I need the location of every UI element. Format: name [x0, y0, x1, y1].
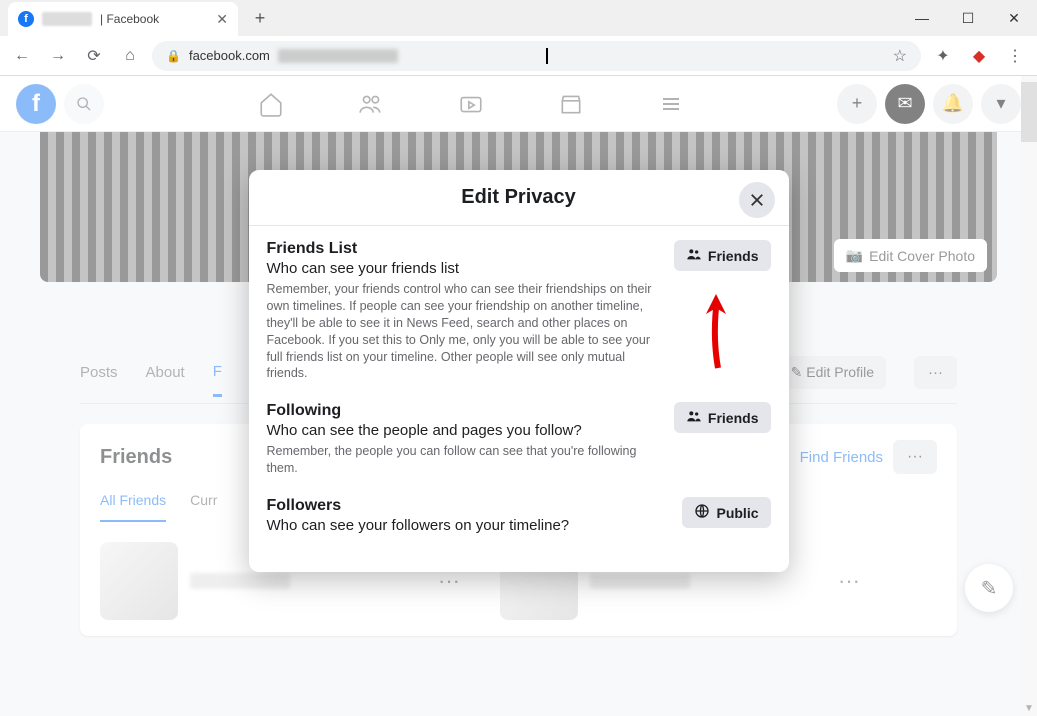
- privacy-section: Followers Who can see your followers on y…: [267, 497, 771, 538]
- privacy-section: Following Who can see the people and page…: [267, 402, 771, 477]
- browser-menu-icon[interactable]: ⋮: [1001, 42, 1029, 70]
- audience-button[interactable]: Public: [682, 497, 770, 528]
- lock-icon: 🔒: [166, 49, 181, 63]
- section-title: Friends List: [267, 240, 654, 258]
- reload-button[interactable]: ⟳: [80, 42, 108, 70]
- section-title: Following: [267, 402, 654, 420]
- bookmark-star-icon[interactable]: ☆: [893, 46, 907, 66]
- section-description: Remember, your friends control who can s…: [267, 281, 654, 382]
- audience-label: Friends: [708, 248, 759, 264]
- back-button[interactable]: ←: [8, 42, 36, 70]
- url-host: facebook.com: [189, 48, 270, 63]
- url-input[interactable]: 🔒 facebook.com ☆: [152, 41, 921, 71]
- edit-privacy-modal: Edit Privacy Friends List Who can see you…: [249, 170, 789, 572]
- browser-tab[interactable]: f | Facebook ✕: [8, 2, 238, 36]
- home-button[interactable]: ⌂: [116, 42, 144, 70]
- close-window-button[interactable]: ✕: [991, 0, 1037, 36]
- close-tab-icon[interactable]: ✕: [216, 11, 228, 28]
- section-subtitle: Who can see your friends list: [267, 260, 654, 277]
- window-controls: — ☐ ✕: [899, 0, 1037, 36]
- new-tab-button[interactable]: +: [246, 4, 274, 32]
- privacy-section: Friends List Who can see your friends lis…: [267, 240, 771, 382]
- modal-header: Edit Privacy: [249, 170, 789, 226]
- extension-badge[interactable]: ◆: [965, 42, 993, 70]
- modal-title: Edit Privacy: [265, 186, 773, 209]
- audience-button[interactable]: Friends: [674, 240, 771, 271]
- browser-titlebar: f | Facebook ✕ + — ☐ ✕: [0, 0, 1037, 36]
- friends-icon: [686, 246, 702, 265]
- section-subtitle: Who can see the people and pages you fol…: [267, 422, 654, 439]
- section-title: Followers: [267, 497, 663, 515]
- close-icon: [748, 191, 766, 209]
- section-subtitle: Who can see your followers on your timel…: [267, 517, 663, 534]
- friends-icon: [686, 408, 702, 427]
- tab-title: | Facebook: [100, 12, 159, 26]
- forward-button[interactable]: →: [44, 42, 72, 70]
- maximize-button[interactable]: ☐: [945, 0, 991, 36]
- address-bar: ← → ⟳ ⌂ 🔒 facebook.com ☆ ✦ ◆ ⋮: [0, 36, 1037, 76]
- tab-username-blur: [42, 12, 92, 26]
- minimize-button[interactable]: —: [899, 0, 945, 36]
- audience-label: Public: [716, 505, 758, 521]
- facebook-favicon: f: [18, 11, 34, 27]
- url-path-blur: [278, 49, 398, 63]
- section-description: Remember, the people you can follow can …: [267, 443, 654, 477]
- modal-body: Friends List Who can see your friends lis…: [249, 226, 789, 572]
- audience-label: Friends: [708, 410, 759, 426]
- modal-close-button[interactable]: [739, 182, 775, 218]
- audience-button[interactable]: Friends: [674, 402, 771, 433]
- extensions-icon[interactable]: ✦: [929, 42, 957, 70]
- globe-icon: [694, 503, 710, 522]
- text-cursor: [546, 48, 548, 64]
